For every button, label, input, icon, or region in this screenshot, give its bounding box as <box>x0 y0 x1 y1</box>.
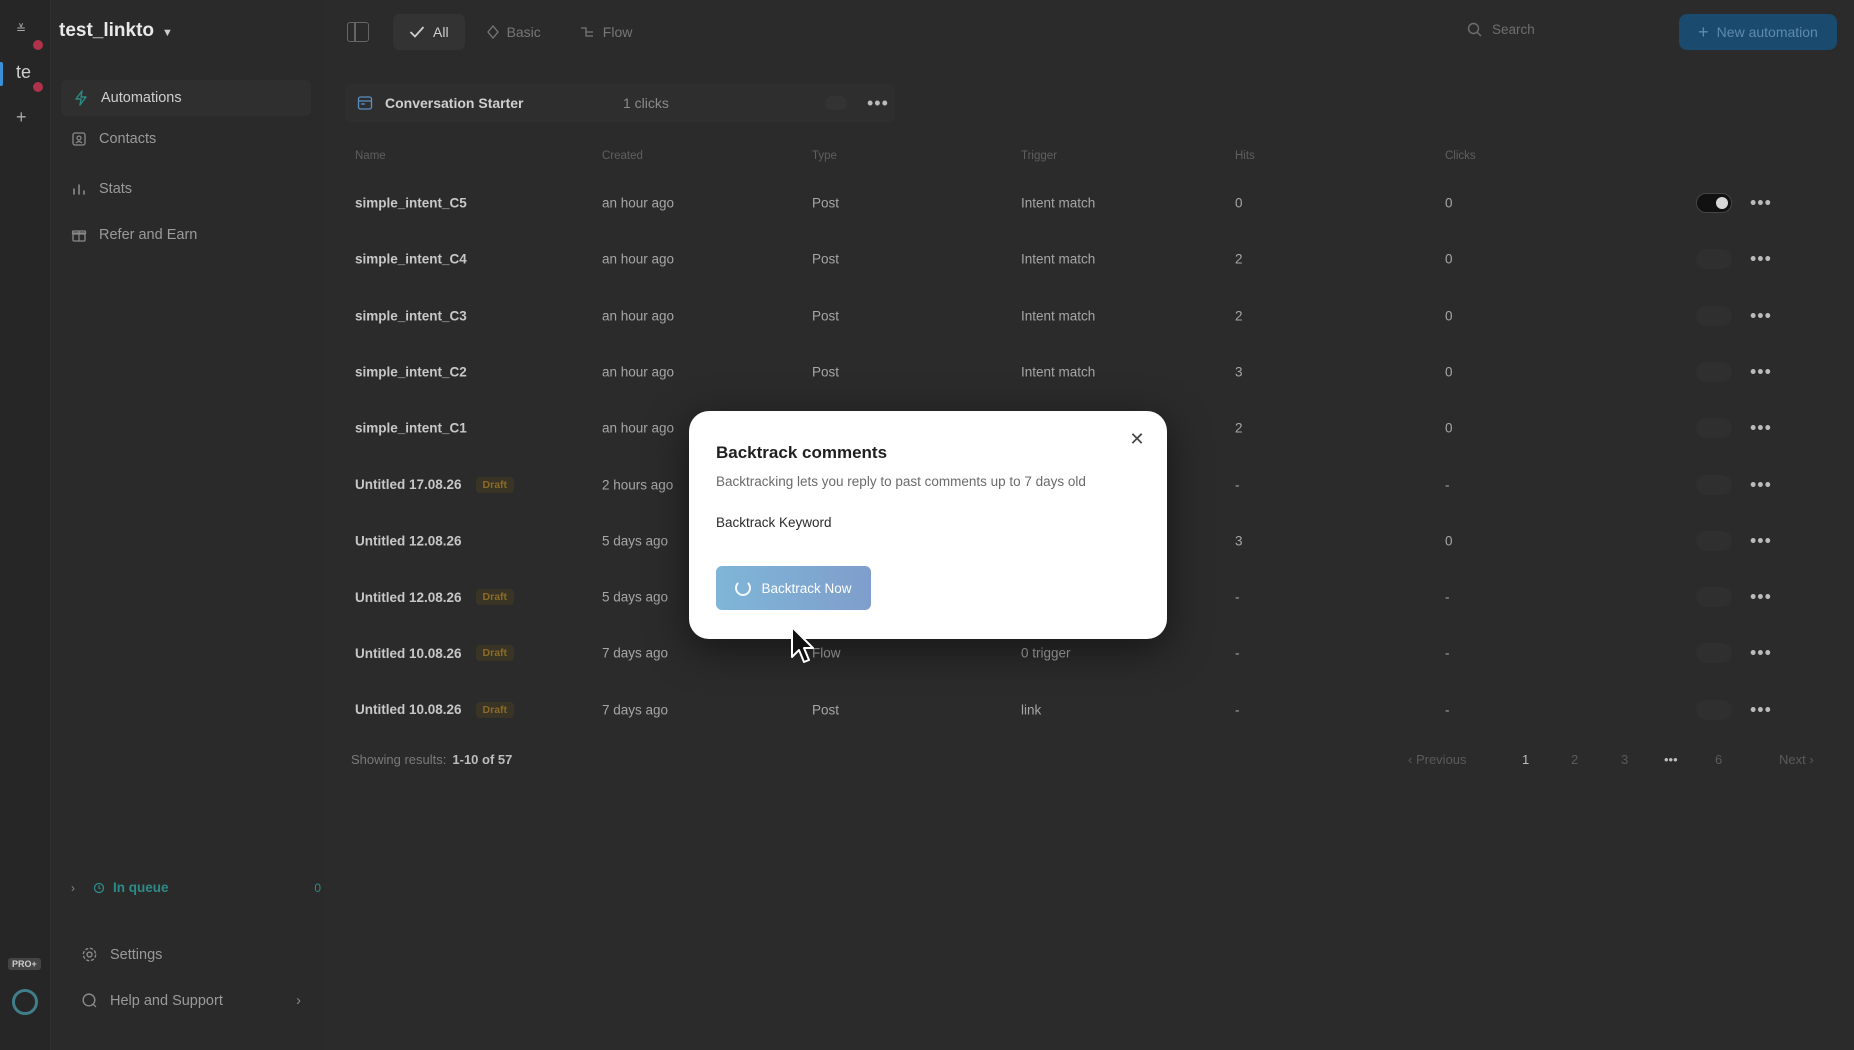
backtrack-modal: ✕ Backtrack comments Backtracking lets y… <box>689 411 1167 639</box>
keyword-label: Backtrack Keyword <box>716 515 832 530</box>
mouse-cursor-icon <box>791 626 814 663</box>
backtrack-button-label: Backtrack Now <box>761 580 852 596</box>
modal-title: Backtrack comments <box>716 443 888 462</box>
loading-spinner-icon <box>735 580 752 596</box>
backtrack-now-button[interactable]: Backtrack Now <box>716 566 871 610</box>
modal-subtitle: Backtracking lets you reply to past comm… <box>716 474 1086 489</box>
close-icon[interactable]: ✕ <box>1127 429 1147 449</box>
